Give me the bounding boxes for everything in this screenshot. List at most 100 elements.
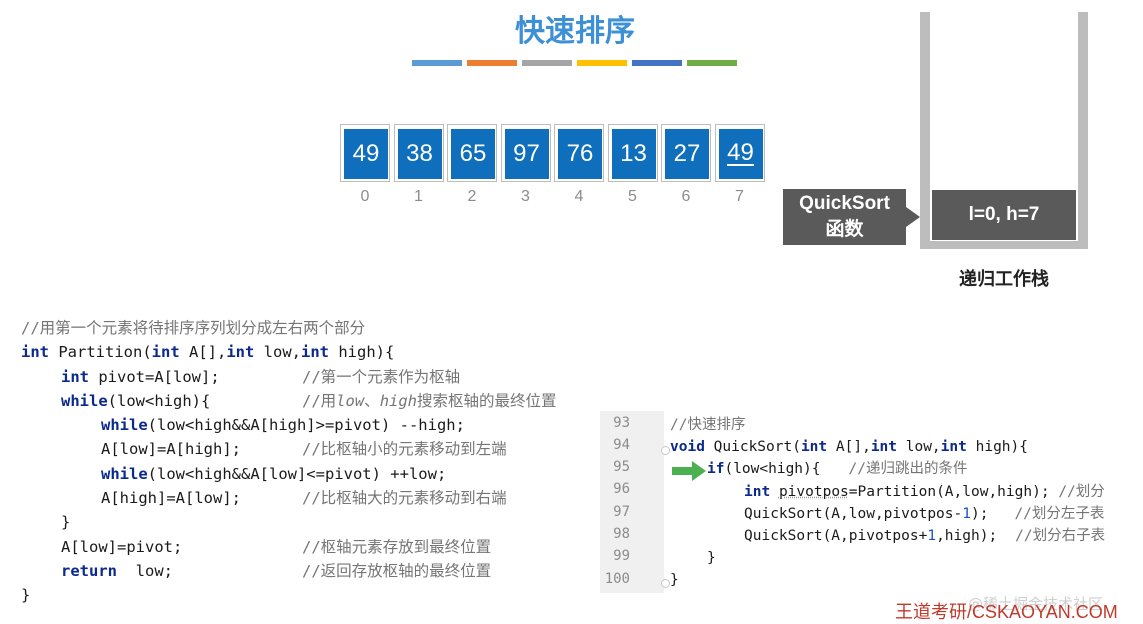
code-text: ,high); — [936, 528, 998, 544]
code-line: } — [670, 569, 679, 591]
array-index: 1 — [414, 188, 423, 205]
code-line: while(low<high&&A[high]>=pivot) --high; — [21, 413, 465, 437]
array-cell: 65 — [447, 124, 497, 182]
code-comment: //划分右子表 — [1015, 528, 1106, 544]
stack-caption: 递归工作栈 — [959, 269, 1049, 290]
code-text: pivot=A[low]; — [89, 367, 220, 386]
code-variable: pivotpos — [778, 484, 849, 500]
code-line: //用第一个元素将待排序序列划分成左右两个部分 — [21, 316, 465, 340]
array-value: 13 — [611, 129, 656, 179]
code-comment: //用 — [302, 391, 337, 410]
stack-wall-right — [1078, 12, 1088, 249]
code-line: int pivot=A[low]; //第一个元素作为枢轴 — [21, 365, 465, 389]
quicksort-label-line2: 函数 — [825, 219, 864, 240]
code-line: if(low<high){//递归跳出的条件 — [707, 458, 967, 480]
line-number: 96 — [613, 481, 630, 497]
code-comment: //第一个元素作为枢轴 — [302, 367, 461, 386]
array-index: 5 — [628, 188, 637, 205]
fold-marker-icon[interactable] — [661, 446, 670, 455]
code-text: ); — [970, 506, 989, 522]
color-bar — [467, 60, 517, 66]
code-line: A[low]=pivot; //枢轴元素存放到最终位置 — [21, 535, 491, 559]
line-number: 93 — [613, 415, 630, 431]
array-index: 3 — [521, 188, 530, 205]
color-bar — [687, 60, 737, 66]
code-text: (low<high){ — [107, 391, 211, 410]
code-keyword: while — [101, 464, 148, 483]
code-comment: //比枢轴大的元素移动到右端 — [302, 489, 507, 508]
array-value: 38 — [397, 129, 442, 179]
watermark: 王道考研/CSKAOYAN.COM — [895, 602, 1118, 622]
array-value-pivot-duplicate: 49 — [727, 139, 754, 166]
array-index: 0 — [360, 188, 370, 205]
code-keyword: return — [61, 561, 117, 580]
partition-code-block: //用第一个元素将待排序序列划分成左右两个部分 int Partition(in… — [21, 316, 557, 608]
code-keyword: void — [670, 439, 705, 455]
code-text: A[high]=A[low]; — [101, 489, 241, 508]
code-text: =Partition(A,low,high); — [848, 484, 1050, 500]
array-index: 6 — [681, 188, 691, 205]
code-comment: //划分左子表 — [1014, 506, 1105, 522]
code-text: QuickSort( — [704, 439, 801, 455]
array-value: 65 — [451, 129, 495, 179]
code-keyword: int — [940, 439, 967, 455]
array-cell: 27 — [661, 124, 711, 182]
array-index: 4 — [574, 188, 584, 205]
code-line: } — [21, 510, 465, 534]
line-number: 97 — [613, 504, 630, 520]
code-text: A[low]=A[high]; — [101, 440, 241, 459]
code-text: low, — [254, 343, 301, 362]
arrow-right-icon — [906, 207, 920, 227]
code-line: QuickSort(A,pivotpos+1,high); //划分右子表 — [744, 525, 1105, 547]
code-comment: 、 — [364, 391, 380, 410]
code-keyword: int — [744, 484, 771, 500]
code-text: high){ — [329, 343, 395, 362]
code-text: A[low]=pivot; — [61, 537, 183, 556]
code-comment: //返回存放枢轴的最终位置 — [302, 561, 492, 580]
array-value: 49 — [344, 129, 388, 179]
code-keyword: while — [101, 416, 148, 435]
code-editor: 93 94 95 96 97 98 99 100 //快速排序 void Qui… — [600, 411, 1143, 593]
code-text: low, — [897, 439, 941, 455]
execution-arrow-icon — [672, 461, 706, 481]
page-title: 快速排序 — [515, 14, 635, 49]
code-line: QuickSort(A,low,pivotpos-1); //划分左子表 — [744, 503, 1104, 525]
code-line: return low; //返回存放枢轴的最终位置 — [21, 559, 491, 583]
code-text: high){ — [966, 439, 1028, 455]
array-index: 7 — [735, 188, 744, 205]
array-cell: 13 — [607, 124, 658, 182]
code-line: void QuickSort(int A[],int low,int high)… — [670, 436, 1028, 458]
code-keyword: int — [800, 439, 828, 455]
code-comment: //快速排序 — [670, 417, 746, 433]
code-keyword: int — [61, 367, 89, 386]
array-value: 97 — [504, 129, 549, 179]
code-comment: //用第一个元素将待排序序列划分成左右两个部分 — [21, 319, 366, 337]
color-bar — [632, 60, 682, 66]
stack-wall-left — [920, 12, 930, 249]
code-comment: //枢轴元素存放到最终位置 — [302, 537, 492, 556]
array-cell: 49 — [340, 124, 390, 182]
editor-gutter: 93 94 95 96 97 98 99 100 — [600, 411, 670, 593]
code-comment: //划分 — [1058, 484, 1105, 500]
code-line: } — [21, 583, 465, 607]
code-text: QuickSort(A,low,pivotpos- — [744, 506, 963, 522]
code-line: A[low]=A[high]; //比枢轴小的元素移动到左端 — [21, 437, 507, 461]
code-comment: 搜索枢轴的最终位置 — [417, 391, 557, 410]
array-cell: 97 — [500, 124, 551, 182]
code-text: } — [61, 513, 71, 532]
array-value: 49 — [718, 129, 763, 179]
code-keyword: int — [301, 343, 329, 362]
code-line: A[high]=A[low]; //比枢轴大的元素移动到右端 — [21, 486, 507, 510]
line-number: 98 — [613, 526, 630, 542]
array-value: 27 — [665, 129, 709, 179]
code-keyword: int — [226, 343, 255, 362]
code-text: } — [21, 586, 31, 605]
array-index: 2 — [467, 188, 477, 205]
code-line: int Partition(int A[],int low,int high){ — [21, 340, 465, 364]
code-text: (low<high){ — [724, 461, 821, 477]
fold-marker-icon[interactable] — [661, 579, 670, 588]
array-value: 76 — [558, 129, 602, 179]
line-number: 99 — [613, 548, 630, 564]
code-line: while(low<high){//用low、high搜索枢轴的最终位置 — [21, 389, 557, 413]
code-comment: //递归跳出的条件 — [848, 461, 968, 477]
